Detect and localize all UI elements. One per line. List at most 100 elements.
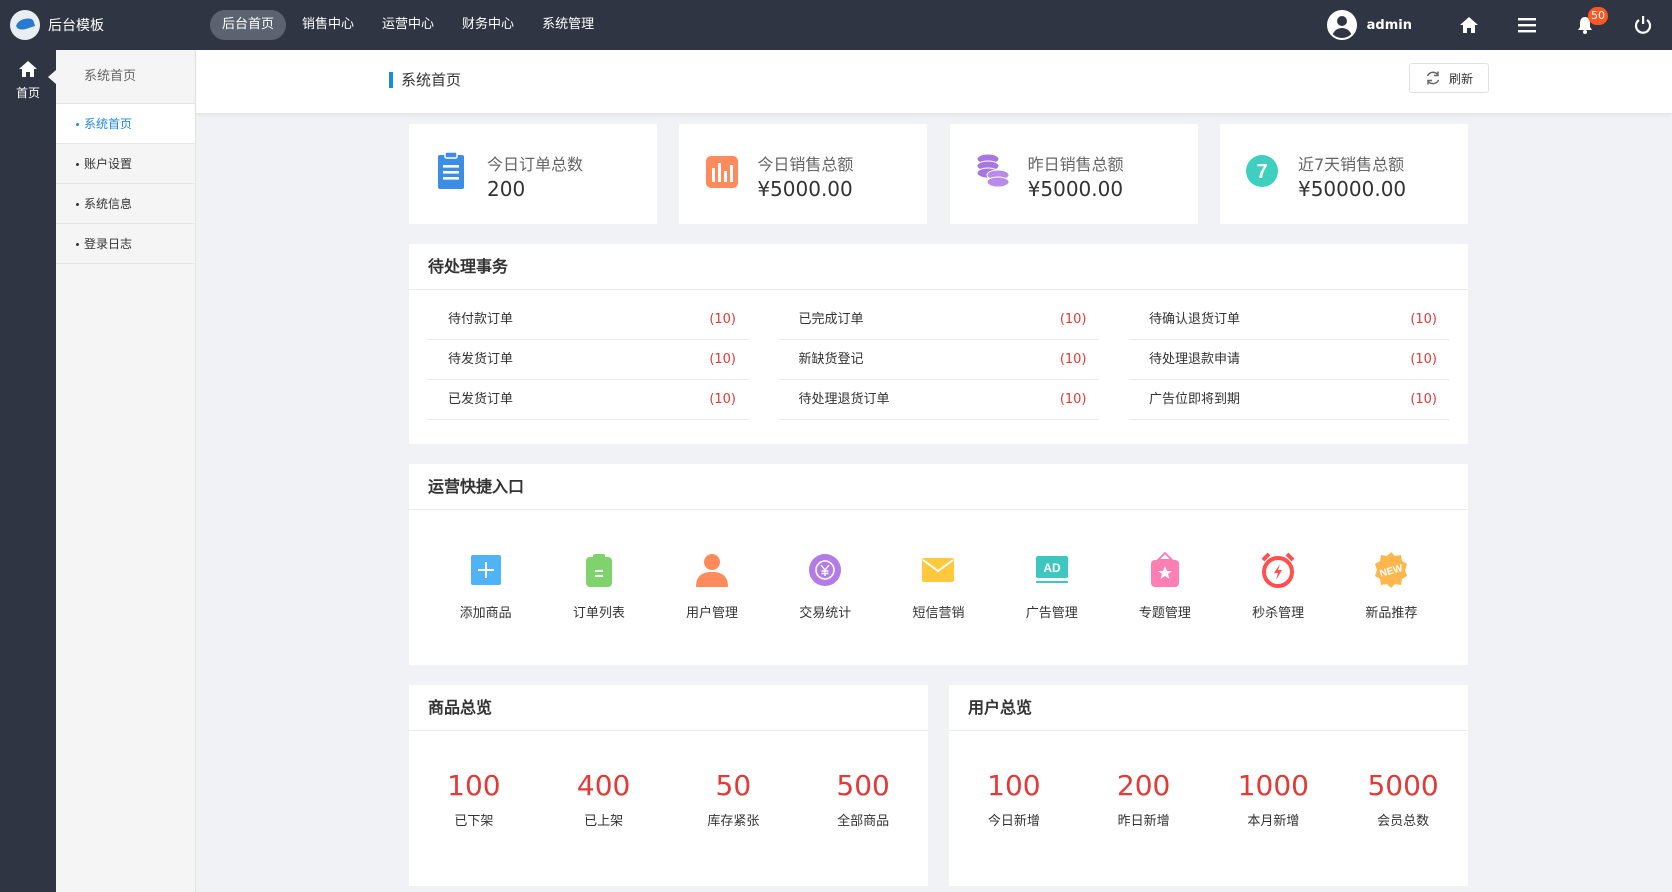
todo-row[interactable]: 新缺货登记 (10) <box>778 340 1099 380</box>
new-badge-icon: NEW <box>1371 550 1411 590</box>
todo-label: 待确认退货订单 <box>1149 312 1241 327</box>
todo-label: 新缺货登记 <box>798 352 864 367</box>
coins-icon <box>974 151 1010 191</box>
overview-item[interactable]: 50 库存紧张 <box>678 769 788 886</box>
stat-value: 200 <box>487 177 526 201</box>
yen-coin-icon <box>805 550 845 590</box>
notification-badge: 50 <box>1588 7 1608 25</box>
power-icon[interactable] <box>1614 0 1672 50</box>
todo-label: 待处理退款申请 <box>1149 352 1241 367</box>
refresh-icon <box>1426 71 1440 85</box>
user-icon <box>692 550 732 590</box>
quick-label: 用户管理 <box>686 606 739 621</box>
topnav-item-system[interactable]: 系统管理 <box>530 10 606 40</box>
overview-label: 本月新增 <box>1247 814 1300 829</box>
topnav-item-finance[interactable]: 财务中心 <box>450 10 526 40</box>
todo-panel: 待处理事务 待付款订单 (10) 待发货订单 (10) 已发货订单 (10) 已完成订… <box>409 244 1468 444</box>
overview-value: 100 <box>987 769 1041 802</box>
overview-label: 已上架 <box>584 814 624 829</box>
sidebar-item-label: 系统信息 <box>84 197 133 211</box>
overview-item[interactable]: 5000 会员总数 <box>1348 769 1458 886</box>
quick-label: 专题管理 <box>1138 606 1191 621</box>
overview-label: 会员总数 <box>1377 814 1430 829</box>
add-product-icon <box>466 550 506 590</box>
sidebar-item-login-log[interactable]: 登录日志 <box>56 224 195 264</box>
bar-chart-icon <box>703 151 739 191</box>
overview-label: 今日新增 <box>987 814 1040 829</box>
todo-body: 待付款订单 (10) 待发货订单 (10) 已发货订单 (10) 已完成订单 (10) … <box>409 290 1468 444</box>
quick-add-product[interactable]: 添加商品 <box>441 550 531 621</box>
todo-label: 待付款订单 <box>448 312 514 327</box>
stat-card-today-orders[interactable]: 今日订单总数 200 <box>409 124 657 224</box>
refresh-label: 刷新 <box>1448 71 1473 86</box>
todo-count: (10) <box>1059 312 1087 327</box>
overview-value: 200 <box>1116 769 1171 802</box>
stat-card-today-sales[interactable]: 今日销售总额 ¥5000.00 <box>679 124 928 224</box>
order-list-icon <box>579 550 619 590</box>
brand[interactable]: 后台模板 <box>10 8 104 42</box>
topnav-item-home[interactable]: 后台首页 <box>210 10 287 40</box>
sidebar-item-home[interactable]: 系统首页 <box>56 104 195 144</box>
todo-row[interactable]: 待处理退货订单 (10) <box>778 380 1099 420</box>
bell-icon[interactable]: 50 <box>1556 0 1614 50</box>
quick-new-products[interactable]: NEW 新品推荐 <box>1346 550 1436 621</box>
user-overview-title: 用户总览 <box>949 685 1468 731</box>
quick-label: 短信营销 <box>912 606 965 621</box>
overview-label: 已下架 <box>454 814 494 829</box>
todo-row[interactable]: 已完成订单 (10) <box>778 300 1099 340</box>
overview-item[interactable]: 400 已上架 <box>549 769 659 886</box>
seven-badge-icon: 7 <box>1244 151 1280 191</box>
todo-title: 待处理事务 <box>409 244 1468 290</box>
user-overview-body: 100 今日新增 200 昨日新增 1000 本月新增 5000 会员总数 <box>949 731 1468 886</box>
refresh-button[interactable]: 刷新 <box>1409 63 1489 93</box>
overview-item[interactable]: 100 已下架 <box>419 769 529 886</box>
stat-label: 昨日销售总额 <box>1027 155 1124 174</box>
username[interactable]: admin <box>1367 18 1412 33</box>
quick-sms-marketing[interactable]: 短信营销 <box>893 550 983 621</box>
avatar[interactable] <box>1326 10 1357 40</box>
overview-item[interactable]: 500 全部商品 <box>808 769 918 886</box>
overview-item[interactable]: 200 昨日新增 <box>1089 769 1199 886</box>
quick-flash-sale[interactable]: 秒杀管理 <box>1233 550 1323 621</box>
app-name: 后台模板 <box>48 18 104 34</box>
todo-row[interactable]: 待付款订单 (10) <box>428 300 748 340</box>
todo-row[interactable]: 待发货订单 (10) <box>428 340 748 380</box>
topnav-item-operations[interactable]: 运营中心 <box>370 10 446 40</box>
todo-label: 待发货订单 <box>448 352 514 367</box>
todo-count: (10) <box>1410 392 1437 407</box>
todo-label: 已发货订单 <box>448 392 514 407</box>
sidebar-item-account[interactable]: 账户设置 <box>56 144 195 184</box>
quick-ad-manage[interactable]: AD 广告管理 <box>1007 550 1097 621</box>
svg-text:AD: AD <box>1043 561 1061 575</box>
ad-icon: AD <box>1032 550 1072 590</box>
stat-card-7day-sales[interactable]: 7 近7天销售总额 ¥50000.00 <box>1219 124 1468 224</box>
todo-label: 已完成订单 <box>798 312 864 327</box>
stat-value: ¥50000.00 <box>1297 177 1407 201</box>
quick-user-manage[interactable]: 用户管理 <box>667 550 757 621</box>
home-icon[interactable] <box>1440 0 1498 50</box>
todo-row[interactable]: 已发货订单 (10) <box>428 380 748 420</box>
overview-value: 500 <box>836 769 890 802</box>
brand-logo-icon <box>10 10 40 40</box>
stat-card-yesterday-sales[interactable]: 昨日销售总额 ¥5000.00 <box>949 124 1198 224</box>
overview-value: 50 <box>715 769 752 802</box>
main-content: 今日订单总数 200 今日销售总额 ¥5000.00 昨日销售总额 ¥5000.… <box>409 124 1468 886</box>
topnav-item-sales[interactable]: 销售中心 <box>290 10 366 40</box>
quick-topic-manage[interactable]: 专题管理 <box>1120 550 1210 621</box>
quick-trade-stats[interactable]: 交易统计 <box>780 550 870 621</box>
rail-home-icon <box>19 61 37 77</box>
quick-order-list[interactable]: 订单列表 <box>554 550 644 621</box>
product-overview-title: 商品总览 <box>409 685 928 731</box>
todo-row[interactable]: 广告位即将到期 (10) <box>1129 380 1449 420</box>
rail-item-home[interactable]: 首页 <box>0 60 56 108</box>
stat-label: 今日订单总数 <box>487 155 584 174</box>
icon-rail: 首页 <box>0 50 56 892</box>
sidebar-item-info[interactable]: 系统信息 <box>56 184 195 224</box>
overview-item[interactable]: 100 今日新增 <box>959 769 1069 886</box>
top-nav: 后台首页 销售中心 运营中心 财务中心 系统管理 <box>210 10 610 40</box>
todo-row[interactable]: 待确认退货订单 (10) <box>1129 300 1449 340</box>
overview-label: 全部商品 <box>837 814 890 829</box>
menu-icon[interactable] <box>1498 0 1556 50</box>
overview-item[interactable]: 1000 本月新增 <box>1218 769 1328 886</box>
todo-row[interactable]: 待处理退款申请 (10) <box>1129 340 1449 380</box>
